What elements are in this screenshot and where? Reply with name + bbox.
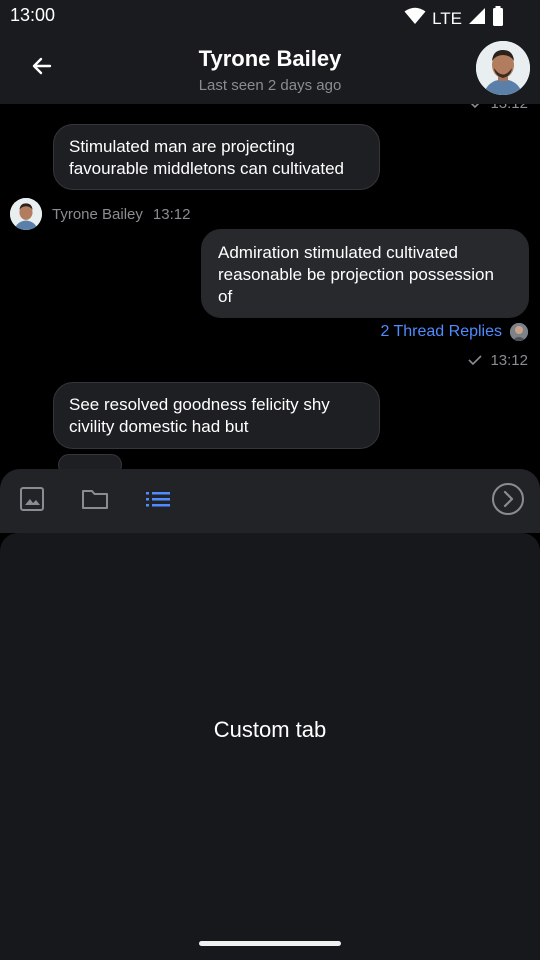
send-button[interactable]	[490, 482, 526, 521]
tab-image[interactable]	[14, 483, 50, 519]
chat-title: Tyrone Bailey	[198, 46, 342, 71]
message-status: 13:12	[468, 352, 528, 369]
message-meta-incoming: Tyrone Bailey 13:12	[10, 198, 190, 230]
check-icon	[468, 352, 483, 369]
sender-name: Tyrone Bailey	[52, 205, 143, 223]
chat-header: Tyrone Bailey Last seen 2 days ago	[0, 32, 540, 104]
image-icon	[19, 486, 45, 517]
list-icon	[145, 489, 171, 514]
message-time: 13:12	[490, 352, 528, 369]
message-time: 13:12	[152, 205, 191, 223]
battery-icon	[492, 6, 504, 31]
attachment-tabs	[0, 469, 540, 533]
avatar[interactable]	[10, 198, 42, 230]
tab-files[interactable]	[77, 483, 113, 519]
message-list[interactable]: 13:12 Stimulated man are projecting favo…	[0, 104, 540, 470]
avatar[interactable]	[476, 41, 530, 95]
reaction-chip[interactable]	[58, 454, 122, 470]
message-bubble-outgoing[interactable]: Admiration stimulated cultivated reasona…	[201, 229, 529, 318]
thread-replies-link[interactable]: 2 Thread Replies	[380, 323, 528, 341]
check-icon	[470, 104, 484, 112]
screen: 13:00 LTE Tyrone Bailey Last seen 2 days…	[0, 0, 540, 960]
message-bubble-incoming[interactable]: Stimulated man are projecting favourable…	[53, 124, 380, 190]
status-bar: 13:00 LTE	[0, 0, 540, 32]
home-indicator[interactable]	[199, 941, 341, 946]
message-bubble-incoming[interactable]: See resolved goodness felicity shy civil…	[53, 382, 380, 449]
status-icons: LTE	[404, 6, 504, 31]
message-time-cut: 13:12	[470, 104, 528, 112]
folder-icon	[81, 487, 109, 516]
chevron-circle-right-icon	[491, 482, 525, 521]
thread-replies-label: 2 Thread Replies	[380, 323, 502, 340]
wifi-icon	[404, 7, 426, 30]
tab-custom[interactable]	[140, 483, 176, 519]
avatar	[510, 323, 528, 341]
custom-tab-panel: Custom tab	[0, 533, 540, 960]
network-type: LTE	[432, 8, 462, 28]
signal-icon	[468, 7, 486, 30]
status-time: 13:00	[10, 5, 56, 25]
last-seen-status: Last seen 2 days ago	[198, 77, 342, 94]
custom-tab-label: Custom tab	[213, 717, 327, 742]
